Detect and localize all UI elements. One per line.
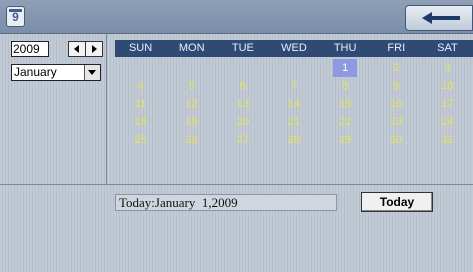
title-bar: 9 bbox=[0, 0, 473, 34]
day-cell[interactable]: 24 bbox=[422, 113, 473, 131]
today-display: Today:January 1,2009 bbox=[115, 194, 337, 211]
weekday-label-sat: SAT bbox=[437, 42, 458, 54]
empty-day-cell bbox=[166, 59, 217, 77]
day-cell[interactable]: 9 bbox=[371, 77, 422, 95]
day-cell[interactable]: 15 bbox=[320, 95, 371, 113]
day-cell[interactable]: 18 bbox=[115, 113, 166, 131]
back-button[interactable] bbox=[405, 5, 473, 31]
weekday-header: SUN MON TUE WED THU FRI SAT bbox=[115, 40, 473, 57]
weekday-label-fri: FRI bbox=[387, 42, 406, 54]
empty-day-cell bbox=[268, 59, 319, 77]
weekday-label-thu: THU bbox=[333, 42, 357, 54]
day-cell[interactable]: 13 bbox=[217, 95, 268, 113]
day-cell[interactable]: 11 bbox=[115, 95, 166, 113]
calendar-week-row: 18 19 20 21 22 23 24 bbox=[115, 113, 473, 131]
year-prev-button[interactable] bbox=[68, 41, 86, 57]
weekday-label-tue: TUE bbox=[231, 42, 254, 54]
day-cell[interactable]: 29 bbox=[320, 131, 371, 149]
day-cell[interactable]: 12 bbox=[166, 95, 217, 113]
today-button[interactable]: Today bbox=[361, 192, 433, 212]
vertical-divider bbox=[106, 34, 107, 184]
day-cell[interactable]: 25 bbox=[115, 131, 166, 149]
calendar-week-row: 11 12 13 14 15 16 17 bbox=[115, 95, 473, 113]
day-cell[interactable]: 19 bbox=[166, 113, 217, 131]
year-next-button[interactable] bbox=[85, 41, 103, 57]
chevron-down-icon bbox=[88, 70, 96, 75]
month-select[interactable]: January bbox=[11, 64, 101, 81]
day-cell[interactable]: 31 bbox=[422, 131, 473, 149]
horizontal-divider bbox=[0, 184, 473, 185]
day-cell[interactable]: 6 bbox=[217, 77, 268, 95]
calendar-icon: 9 bbox=[6, 6, 25, 27]
empty-day-cell bbox=[115, 59, 166, 77]
day-cell[interactable]: 10 bbox=[422, 77, 473, 95]
empty-day-cell bbox=[217, 59, 268, 77]
left-triangle-icon bbox=[74, 45, 79, 53]
day-cell[interactable]: 26 bbox=[166, 131, 217, 149]
month-dropdown-button[interactable] bbox=[84, 65, 100, 80]
day-cell[interactable]: 4 bbox=[115, 77, 166, 95]
day-cell[interactable]: 21 bbox=[268, 113, 319, 131]
day-cell[interactable]: 16 bbox=[371, 95, 422, 113]
back-arrow-icon bbox=[422, 12, 460, 24]
day-cell[interactable]: 14 bbox=[268, 95, 319, 113]
right-triangle-icon bbox=[92, 45, 97, 53]
day-cell[interactable]: 23 bbox=[371, 113, 422, 131]
calendar-grid: 1 2 3 4 5 6 7 8 9 10 11 12 13 14 15 16 17 18 19 20 21 22 23 24 2… bbox=[115, 59, 473, 149]
year-input[interactable]: 2009 bbox=[11, 41, 49, 57]
day-cell[interactable]: 28 bbox=[268, 131, 319, 149]
day-cell[interactable]: 7 bbox=[268, 77, 319, 95]
day-cell[interactable]: 3 bbox=[422, 59, 473, 77]
day-cell[interactable]: 27 bbox=[217, 131, 268, 149]
calendar-week-row: 25 26 27 28 29 30 31 bbox=[115, 131, 473, 149]
day-cell[interactable]: 1 bbox=[320, 59, 371, 77]
day-cell[interactable]: 2 bbox=[371, 59, 422, 77]
calendar-week-row: 4 5 6 7 8 9 10 bbox=[115, 77, 473, 95]
calendar-week-row: 123 bbox=[115, 59, 473, 77]
weekday-label-sun: SUN bbox=[128, 42, 153, 54]
weekday-label-mon: MON bbox=[178, 42, 205, 54]
day-cell[interactable]: 5 bbox=[166, 77, 217, 95]
day-cell[interactable]: 17 bbox=[422, 95, 473, 113]
selected-day: 1 bbox=[333, 59, 358, 77]
day-cell[interactable]: 20 bbox=[217, 113, 268, 131]
day-cell[interactable]: 30 bbox=[371, 131, 422, 149]
day-cell[interactable]: 8 bbox=[320, 77, 371, 95]
day-cell[interactable]: 22 bbox=[320, 113, 371, 131]
month-select-value: January bbox=[14, 65, 57, 79]
weekday-label-wed: WED bbox=[281, 42, 307, 54]
